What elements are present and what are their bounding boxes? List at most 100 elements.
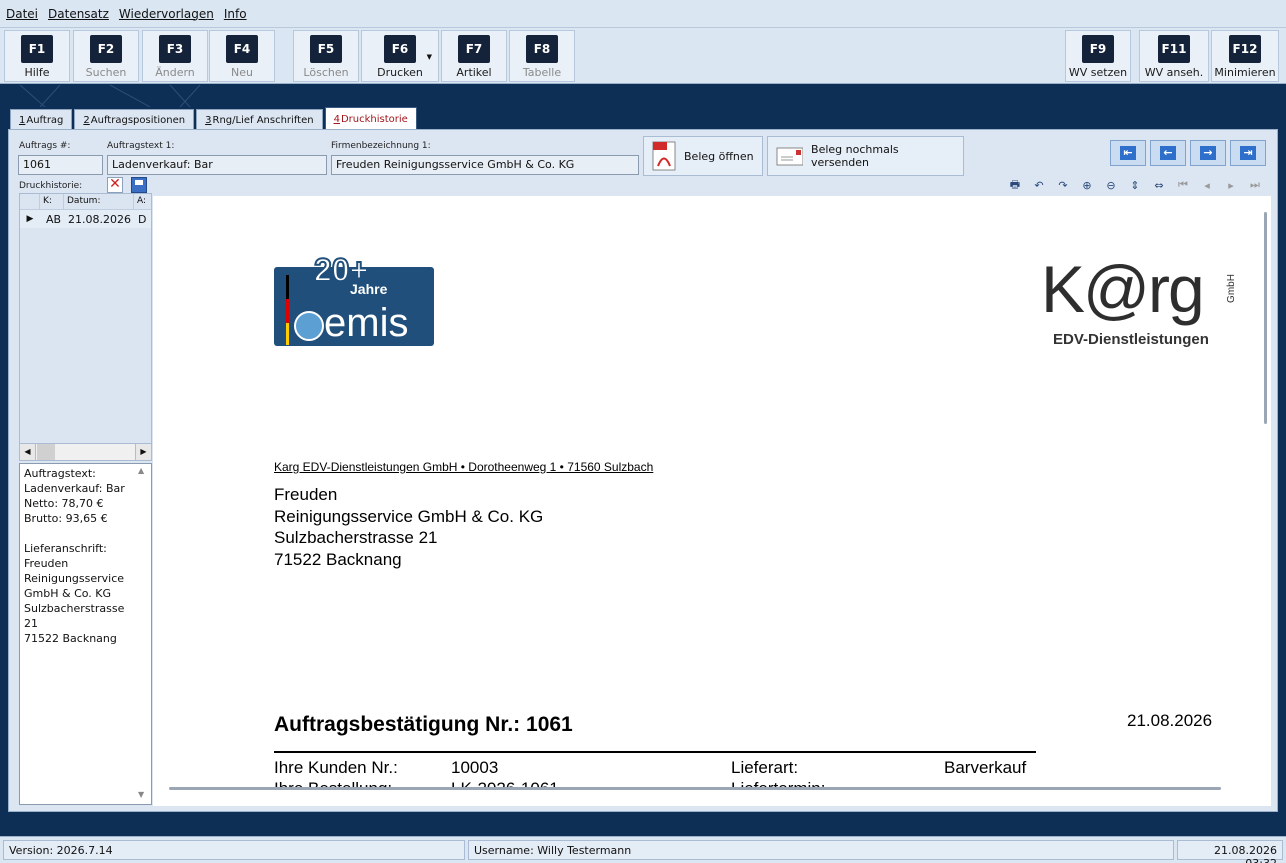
scroll-left-icon[interactable]: ◀ — [20, 444, 36, 460]
status-user: Username: Willy Testermann — [468, 840, 1174, 860]
undo-icon[interactable]: ↶ — [1031, 177, 1047, 193]
main-panel: Auftrags #: 1061 Auftragstext 1: Ladenve… — [8, 129, 1278, 812]
print-preview-icon[interactable]: 🖶 — [1007, 177, 1023, 193]
next-page-icon[interactable]: ▸ — [1223, 177, 1239, 193]
resend-document-button[interactable]: Beleg nochmals versenden — [767, 136, 964, 176]
nav-last-button[interactable]: ⇥ — [1230, 140, 1266, 166]
menu-datensatz[interactable]: Datensatz — [48, 7, 109, 21]
redo-icon[interactable]: ↷ — [1055, 177, 1071, 193]
auftragstext-field[interactable]: Ladenverkauf: Bar — [107, 155, 327, 175]
tab-bar: 1 Auftrag 2 Auftragspositionen 3 Rng/Lie… — [10, 107, 417, 131]
envelope-icon — [776, 147, 804, 166]
minimize-button[interactable]: F12 Minimieren — [1211, 30, 1279, 82]
tab-anschriften[interactable]: 3 Rng/Lief Anschriften — [196, 109, 323, 131]
recipient-line-4: 71522 Backnang — [274, 549, 402, 569]
f2-key-icon: F2 — [90, 35, 122, 63]
wv-set-button[interactable]: F9 WV setzen — [1065, 30, 1131, 82]
fit-width-icon[interactable]: ⇔ — [1151, 177, 1167, 193]
delete-button[interactable]: F5 Löschen — [293, 30, 359, 82]
document-preview[interactable]: 20+ Jahre emis K@rg GmbH EDV-Dienstleist… — [153, 196, 1271, 806]
f6-key-icon: F6 — [384, 35, 416, 63]
first-page-icon[interactable]: ⏮ — [1175, 177, 1191, 193]
fit-height-icon[interactable]: ⇕ — [1127, 177, 1143, 193]
wv-view-button[interactable]: F11 WV anseh. — [1139, 30, 1209, 82]
menu-info[interactable]: Info — [224, 7, 247, 21]
firma-label: Firmenbezeichnung 1: — [331, 141, 431, 151]
history-grid: K: Datum: A: ▶ AB 21.08.2026 D — [19, 193, 152, 461]
menu-datei[interactable]: Datei — [6, 7, 38, 21]
f11-key-icon: F11 — [1158, 35, 1190, 63]
karg-logo: K@rg GmbH EDV-Dienstleistungen — [1041, 251, 1241, 351]
auftragstext-label: Auftragstext 1: — [107, 141, 175, 151]
emis-logo: 20+ Jahre emis — [274, 251, 434, 346]
delete-history-icon[interactable]: ✕ — [107, 177, 123, 193]
open-document-button[interactable]: Beleg öffnen — [643, 136, 763, 176]
next-record-icon: → — [1200, 146, 1216, 160]
karg-logo-brand: K@rg — [1041, 252, 1205, 326]
info-scroll-down-icon[interactable]: ▼ — [138, 790, 144, 799]
scroll-thumb[interactable] — [37, 444, 55, 460]
tab-druckhistorie-num: 4 — [333, 114, 340, 125]
pdf-icon — [652, 141, 676, 171]
minimize-label: Minimieren — [1214, 66, 1276, 79]
nav-first-button[interactable]: ⇤ — [1110, 140, 1146, 166]
zoom-out-icon[interactable]: ⊖ — [1103, 177, 1119, 193]
f4-key-icon: F4 — [226, 35, 258, 63]
prev-page-icon[interactable]: ◂ — [1199, 177, 1215, 193]
col-a-header: A: — [137, 196, 147, 206]
first-record-icon: ⇤ — [1120, 146, 1136, 160]
kunden-value: 10003 — [451, 758, 499, 777]
help-button[interactable]: F1 Hilfe — [4, 30, 70, 82]
edit-button[interactable]: F3 Ändern — [142, 30, 208, 82]
preview-hscrollbar[interactable] — [169, 787, 1221, 790]
article-button[interactable]: F7 Artikel — [441, 30, 507, 82]
f7-key-icon: F7 — [458, 35, 490, 63]
f9-key-icon: F9 — [1082, 35, 1114, 63]
order-info-text: Auftragstext: Ladenverkauf: Bar Netto: 7… — [19, 463, 152, 805]
tab-auftrag-label: Auftrag — [26, 115, 64, 126]
preview-vscrollbar[interactable] — [1264, 212, 1267, 424]
history-header: K: Datum: A: — [20, 194, 151, 210]
firma-field[interactable]: Freuden Reinigungsservice GmbH & Co. KG — [331, 155, 639, 175]
tab-auftragspositionen[interactable]: 2 Auftragspositionen — [74, 109, 195, 131]
dropdown-arrow-icon[interactable]: ▼ — [427, 53, 432, 61]
search-button[interactable]: F2 Suchen — [73, 30, 139, 82]
info-scroll-up-icon[interactable]: ▲ — [138, 466, 144, 475]
flag-red — [286, 299, 289, 323]
save-icon[interactable] — [131, 177, 147, 193]
nav-prev-button[interactable]: ← — [1150, 140, 1186, 166]
history-hscrollbar[interactable]: ◀ ▶ — [19, 443, 152, 461]
preview-bottom-mask — [153, 788, 1271, 806]
wv-set-label: WV setzen — [1068, 66, 1128, 79]
auftragsnr-label: Auftrags #: — [19, 141, 71, 151]
nav-next-button[interactable]: → — [1190, 140, 1226, 166]
karg-logo-sub: EDV-Dienstleistungen — [1053, 331, 1209, 348]
history-row[interactable]: ▶ AB 21.08.2026 D — [20, 210, 151, 228]
row-pointer-icon: ▶ — [26, 214, 34, 224]
sender-line: Karg EDV-Dienstleistungen GmbH • Dorothe… — [274, 460, 654, 474]
druckhistorie-label: Druckhistorie: — [19, 181, 83, 191]
lieferart-value: Barverkauf — [944, 758, 1027, 777]
emis-logo-brand: emis — [324, 301, 409, 345]
tab-anschriften-num: 3 — [205, 115, 212, 126]
recipient-address: Freuden Reinigungsservice GmbH & Co. KG … — [274, 484, 543, 570]
table-label: Tabelle — [522, 66, 562, 79]
menu-wiedervorlagen[interactable]: Wiedervorlagen — [119, 7, 214, 21]
last-record-icon: ⇥ — [1240, 146, 1256, 160]
function-key-toolbar: F1 Hilfe F2 Suchen F3 Ändern F4 Neu F5 Lösche… — [0, 28, 1286, 84]
f1-key-icon: F1 — [21, 35, 53, 63]
print-button[interactable]: F6 Drucken ▼ — [361, 30, 439, 82]
scroll-right-icon[interactable]: ▶ — [135, 444, 151, 460]
last-page-icon[interactable]: ⏭ — [1247, 177, 1263, 193]
tab-druckhistorie[interactable]: 4 Druckhistorie — [324, 107, 417, 131]
row-selector-header — [20, 194, 40, 209]
auftragsnr-field[interactable]: 1061 — [18, 155, 103, 175]
new-button[interactable]: F4 Neu — [209, 30, 275, 82]
lieferart-label: Lieferart: — [731, 758, 799, 777]
title-divider — [274, 751, 1036, 753]
tab-positionen-label: Auftragspositionen — [90, 115, 186, 126]
table-button[interactable]: F8 Tabelle — [509, 30, 575, 82]
zoom-in-icon[interactable]: ⊕ — [1079, 177, 1095, 193]
wv-view-label: WV anseh. — [1144, 66, 1204, 79]
tab-auftrag[interactable]: 1 Auftrag — [10, 109, 73, 131]
